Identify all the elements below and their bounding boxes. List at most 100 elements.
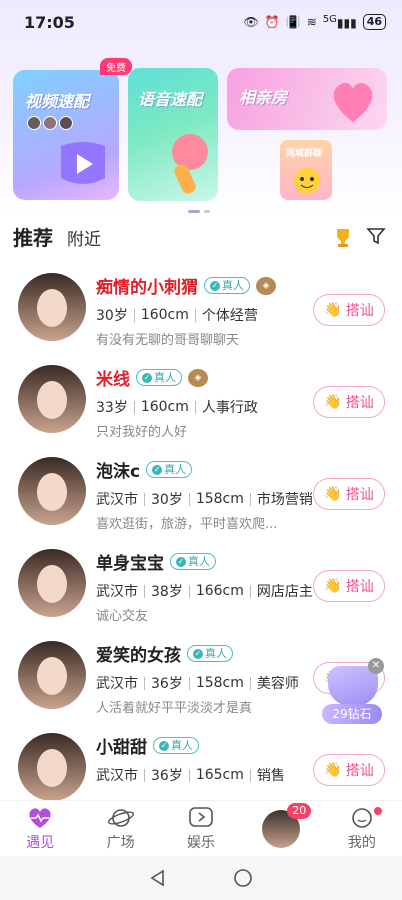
user-info: 武汉市 30岁 158cm 市场营销: [96, 489, 313, 509]
nav-live-avatar[interactable]: 20: [241, 801, 321, 856]
blind-date-room-banner[interactable]: 相亲房: [227, 68, 387, 130]
battery-icon: 46: [362, 14, 386, 30]
verified-badge: ✓ 真人: [153, 737, 199, 754]
avatar-group: [27, 116, 73, 130]
greet-button[interactable]: 👋搭讪: [313, 478, 385, 510]
video-play-icon: [61, 142, 105, 184]
user-info: 33岁 160cm 人事行政: [96, 397, 258, 417]
list-item[interactable]: 泡沫c ✓ 真人 武汉市 30岁 158cm 市场营销 喜欢逛街，旅游，平时喜欢爬... 👋 搭讪: [0, 449, 402, 541]
user-name: 小甜甜: [96, 738, 147, 758]
close-icon[interactable]: ✕: [368, 658, 384, 674]
microphone-icon: [172, 134, 208, 194]
verified-badge: ✓ 真人: [136, 369, 182, 386]
user-name-row: 痴情的小刺猬 ✓ 真人 ◈: [96, 273, 276, 298]
user-signature: 喜欢逛街，旅游，平时喜欢爬...: [96, 517, 278, 532]
greet-button[interactable]: 👋搭讪: [313, 386, 385, 418]
status-icons: 👁 ⏰ 📳 ≋ 5G▮▮▮ 46: [244, 14, 386, 30]
avatar[interactable]: [18, 457, 86, 525]
status-time: 17:05: [24, 12, 75, 32]
user-name: 痴情的小刺猬: [96, 278, 198, 298]
user-name: 泡沫c: [96, 462, 141, 482]
diamond-reward-widget[interactable]: 29钻石 ✕: [322, 658, 384, 726]
check-icon: ✓: [210, 280, 220, 291]
home-icon[interactable]: [233, 868, 253, 888]
trophy-icon[interactable]: [332, 226, 354, 248]
greet-button[interactable]: 👋搭讪: [313, 294, 385, 326]
medal-icon: ◈: [188, 368, 208, 387]
planet-icon: [107, 808, 134, 827]
tab-nearby[interactable]: 附近: [67, 225, 101, 250]
user-signature: 诚心交友: [96, 609, 149, 624]
user-signature: 有没有无聊的哥哥聊聊天: [96, 333, 240, 348]
avatar[interactable]: [18, 733, 86, 801]
user-info-field: 武汉市: [96, 492, 138, 508]
avatar[interactable]: [18, 365, 86, 433]
vibrate-icon: 📳: [285, 15, 301, 29]
user-info-field: 160cm: [140, 399, 189, 415]
wave-icon: 👋: [324, 578, 342, 594]
user-info-field: 30岁: [151, 492, 183, 508]
nav-entertainment[interactable]: 娱乐: [161, 801, 241, 856]
status-bar: 17:05 👁 ⏰ 📳 ≋ 5G▮▮▮ 46: [0, 0, 402, 44]
back-icon[interactable]: [149, 869, 167, 887]
diamond-reward-label: 29钻石: [322, 704, 382, 724]
voice-match-banner[interactable]: 语音速配: [128, 68, 218, 201]
system-nav-bar: [0, 856, 402, 900]
avatar[interactable]: [18, 549, 86, 617]
check-icon: ✓: [142, 372, 152, 383]
wifi-icon: ≋: [306, 15, 317, 29]
carousel-indicator: [188, 210, 210, 213]
free-tag: 免费: [100, 58, 132, 75]
user-info-field: 166cm: [195, 583, 244, 599]
user-name-row: 单身宝宝 ✓ 真人: [96, 549, 216, 574]
verified-badge: ✓ 真人: [146, 461, 193, 478]
greet-button[interactable]: 👋搭讪: [313, 570, 385, 602]
user-name: 爱笑的女孩: [96, 646, 181, 666]
user-name-row: 小甜甜 ✓ 真人: [96, 733, 199, 758]
user-info-field: 36岁: [151, 676, 183, 692]
user-info-field: 网店店主: [256, 584, 313, 600]
user-info-field: 销售: [256, 768, 285, 784]
emoji-icon: [294, 168, 320, 194]
user-name-row: 泡沫c ✓ 真人: [96, 457, 193, 482]
unread-dot: [373, 807, 382, 815]
nav-me[interactable]: 我的: [322, 801, 402, 856]
list-item[interactable]: 痴情的小刺猬 ✓ 真人 ◈ 30岁 160cm 个体经营 有没有无聊的哥哥聊聊天 👋 搭讪: [0, 265, 402, 357]
user-info-field: 美容师: [256, 676, 299, 692]
filter-icon[interactable]: [366, 226, 386, 246]
avatar[interactable]: [18, 273, 86, 341]
user-info-field: 武汉市: [96, 768, 138, 784]
signal-icon: 5G▮▮▮: [322, 14, 357, 30]
check-icon: ✓: [176, 556, 186, 567]
alarm-icon: ⏰: [264, 15, 280, 29]
user-info-field: 165cm: [195, 767, 244, 783]
smile-bubble-icon: [352, 807, 372, 828]
play-box-icon: [189, 806, 213, 827]
avatar[interactable]: [18, 641, 86, 709]
list-item[interactable]: 单身宝宝 ✓ 真人 武汉市 38岁 166cm 网店店主 诚心交友 👋 搭讪: [0, 541, 402, 633]
check-icon: ✓: [193, 648, 203, 659]
nav-square[interactable]: 广场: [80, 801, 160, 856]
user-signature: 只对我好的人好: [96, 425, 188, 440]
user-name: 米线: [96, 370, 130, 390]
verified-badge: ✓ 真人: [187, 645, 233, 662]
user-name: 单身宝宝: [96, 554, 164, 574]
user-list: 痴情的小刺猬 ✓ 真人 ◈ 30岁 160cm 个体经营 有没有无聊的哥哥聊聊天 👋 搭讪 米线 ✓ 真…: [0, 265, 402, 817]
user-info-field: 160cm: [140, 307, 189, 323]
tab-recommend[interactable]: 推荐: [13, 222, 53, 251]
greet-button[interactable]: 👋搭讪: [313, 754, 385, 786]
user-info: 武汉市 36岁 158cm 美容师: [96, 673, 299, 693]
verified-badge: ✓ 真人: [204, 277, 250, 294]
heart-pulse-icon: [29, 807, 51, 828]
user-signature: 人活着就好平平淡淡才是真: [96, 701, 253, 716]
list-item[interactable]: 米线 ✓ 真人 ◈ 33岁 160cm 人事行政只对我好的人好 👋 搭讪: [0, 357, 402, 449]
user-info-field: 武汉市: [96, 676, 138, 692]
video-match-banner[interactable]: 视频速配: [13, 70, 119, 200]
heart-icon: [333, 82, 373, 122]
nav-meet[interactable]: 遇见: [0, 801, 80, 856]
user-info-field: 38岁: [151, 584, 183, 600]
user-info: 武汉市 38岁 166cm 网店店主: [96, 581, 313, 601]
city-group-chat-banner[interactable]: 同城群聊: [280, 140, 332, 200]
medal-icon: ◈: [256, 276, 276, 295]
user-info-field: 36岁: [151, 768, 183, 784]
